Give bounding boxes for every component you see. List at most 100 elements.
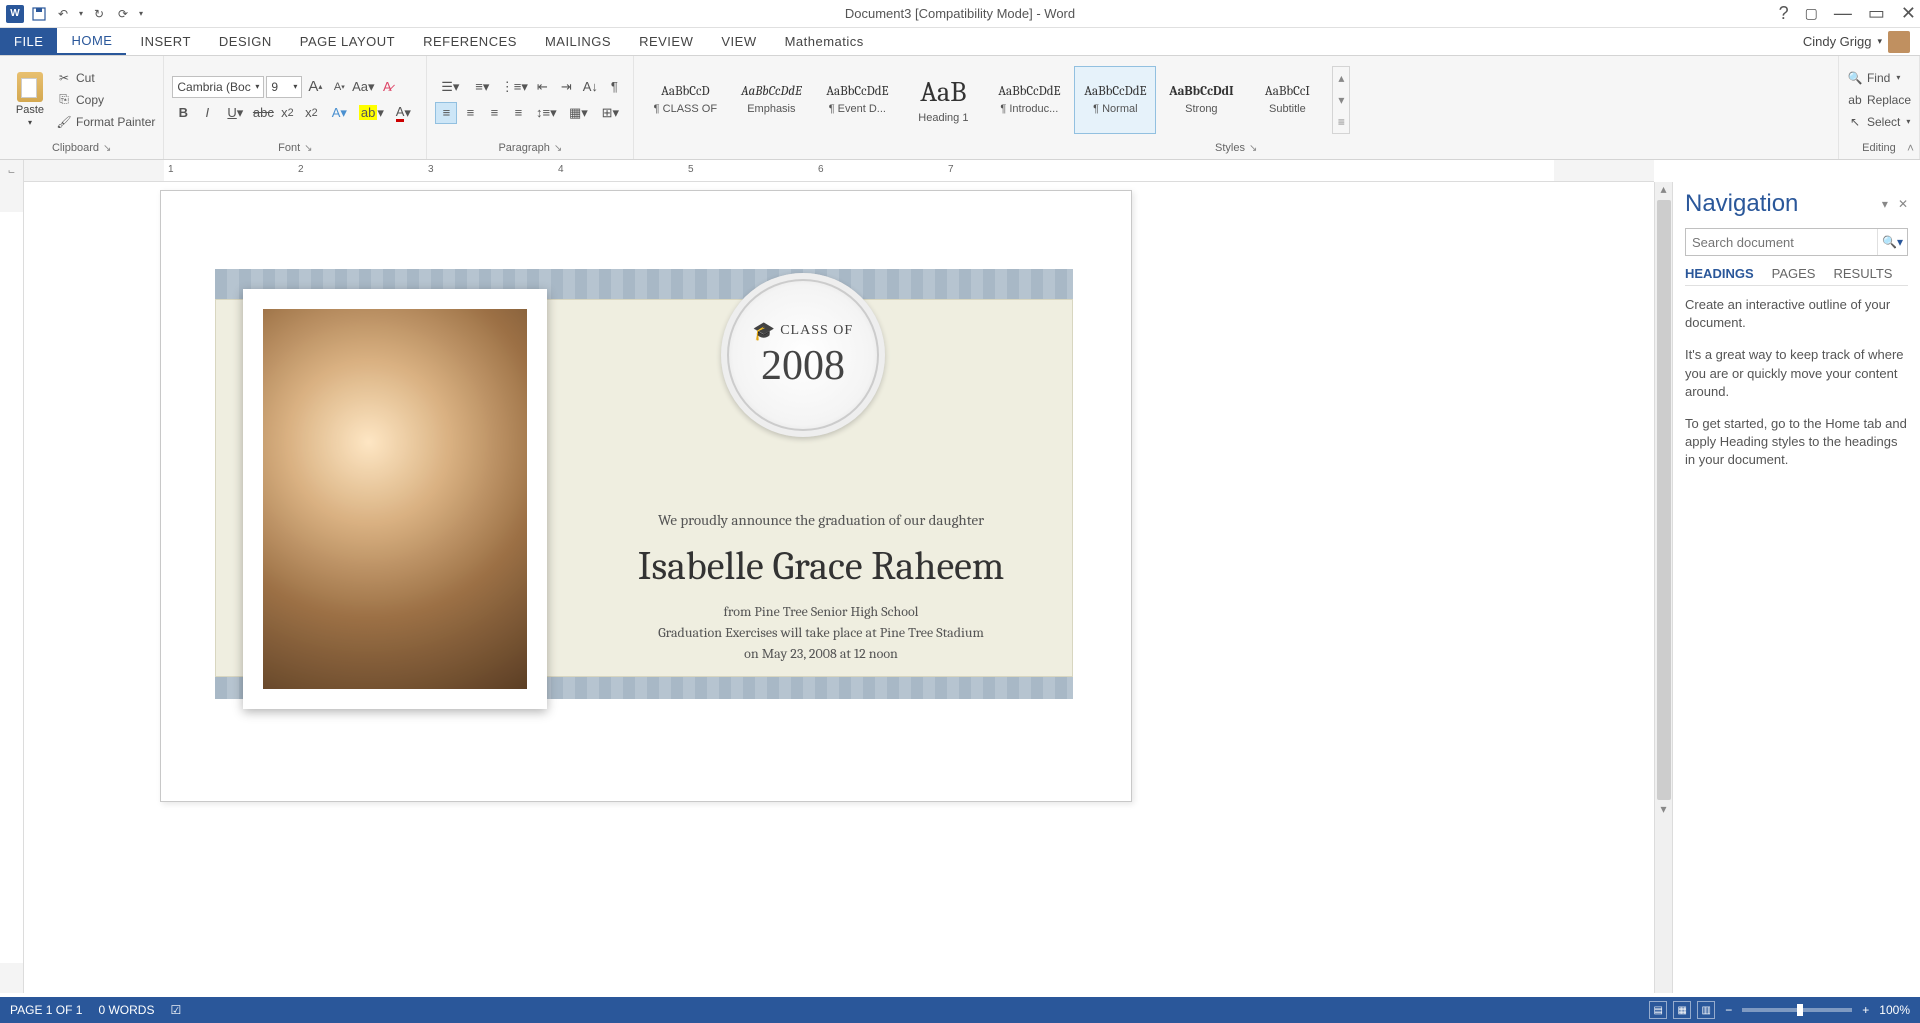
show-marks-icon[interactable]: ¶ [603, 76, 625, 98]
clear-formatting-icon[interactable]: A̷ [376, 76, 398, 98]
maximize-icon[interactable]: ▭ [1868, 3, 1885, 24]
line-spacing-icon[interactable]: ↕≡▾ [531, 102, 561, 124]
tab-references[interactable]: REFERENCES [409, 28, 531, 55]
collapse-ribbon-icon[interactable]: ˄ [1907, 141, 1914, 155]
horizontal-ruler[interactable]: 1234567 [24, 160, 1654, 182]
style-tile[interactable]: AaBbCcDdE¶ Introduc... [988, 66, 1070, 134]
zoom-out-icon[interactable]: − [1725, 1003, 1732, 1017]
dialog-launcher-icon[interactable]: ↘ [304, 143, 312, 154]
dialog-launcher-icon[interactable]: ↘ [554, 143, 562, 154]
tab-page-layout[interactable]: PAGE LAYOUT [286, 28, 409, 55]
bullets-icon[interactable]: ☰▾ [435, 76, 465, 98]
nav-close-icon[interactable]: ✕ [1898, 197, 1908, 211]
undo-dropdown-icon[interactable]: ▾ [76, 3, 86, 25]
read-mode-icon[interactable]: ▤ [1649, 1001, 1667, 1019]
styles-more-icon[interactable]: ▴▾≡ [1332, 66, 1350, 134]
font-size-combo[interactable]: 9▾ [266, 76, 302, 98]
zoom-slider[interactable] [1742, 1008, 1852, 1012]
scroll-up-icon[interactable]: ▴ [1655, 182, 1672, 198]
bold-icon[interactable]: B [172, 102, 194, 124]
scroll-thumb[interactable] [1657, 200, 1671, 800]
user-area[interactable]: Cindy Grigg ▾ [1803, 28, 1920, 55]
zoom-level[interactable]: 100% [1879, 1003, 1910, 1017]
subscript-icon[interactable]: x2 [276, 102, 298, 124]
vertical-ruler[interactable] [0, 182, 24, 993]
font-name-combo[interactable]: Cambria (Boc▾ [172, 76, 264, 98]
tab-design[interactable]: DESIGN [205, 28, 286, 55]
style-tile[interactable]: AaBbCcD¶ CLASS OF [644, 66, 726, 134]
word-app-icon[interactable]: W [4, 3, 26, 25]
word-count[interactable]: 0 WORDS [98, 1003, 154, 1017]
decrease-indent-icon[interactable]: ⇤ [531, 76, 553, 98]
copy-button[interactable]: ⎘Copy [56, 90, 155, 110]
paste-button[interactable]: Paste ▾ [8, 66, 52, 134]
scroll-down-icon[interactable]: ▾ [1655, 802, 1672, 818]
align-left-icon[interactable]: ≡ [435, 102, 457, 124]
multilevel-icon[interactable]: ⋮≡▾ [499, 76, 529, 98]
style-tile[interactable]: AaBbCcDdE¶ Event D... [816, 66, 898, 134]
style-tile[interactable]: AaBbCcDdE¶ Normal [1074, 66, 1156, 134]
superscript-icon[interactable]: x2 [300, 102, 322, 124]
nav-options-icon[interactable]: ▾ [1882, 197, 1888, 211]
undo-icon[interactable]: ↶ [52, 3, 74, 25]
tab-mathematics[interactable]: Mathematics [771, 28, 878, 55]
dialog-launcher-icon[interactable]: ↘ [103, 143, 111, 154]
style-tile[interactable]: AaBbCcISubtitle [1246, 66, 1328, 134]
nav-tab-headings[interactable]: HEADINGS [1685, 266, 1754, 281]
italic-icon[interactable]: I [196, 102, 218, 124]
nav-tab-results[interactable]: RESULTS [1833, 266, 1892, 281]
style-tile[interactable]: AaBbCcDdEEmphasis [730, 66, 812, 134]
save-icon[interactable] [28, 3, 50, 25]
class-medallion[interactable]: 🎓CLASS OF 2008 [721, 273, 885, 437]
underline-icon[interactable]: U▾ [220, 102, 250, 124]
find-button[interactable]: 🔍Find▾ [1847, 68, 1911, 88]
minimize-icon[interactable]: — [1834, 3, 1852, 24]
align-right-icon[interactable]: ≡ [483, 102, 505, 124]
sort-icon[interactable]: A↓ [579, 76, 601, 98]
shrink-font-icon[interactable]: A▾ [328, 76, 350, 98]
cut-button[interactable]: ✂Cut [56, 68, 155, 88]
style-tile[interactable]: AaBbCcDdIStrong [1160, 66, 1242, 134]
change-case-icon[interactable]: Aa▾ [352, 76, 374, 98]
zoom-in-icon[interactable]: + [1862, 1003, 1869, 1017]
shading-icon[interactable]: ▦▾ [563, 102, 593, 124]
qat-customize-icon[interactable]: ▾ [136, 3, 146, 25]
select-button[interactable]: ↖Select▾ [1847, 112, 1911, 132]
tab-insert[interactable]: INSERT [126, 28, 204, 55]
strikethrough-icon[interactable]: abc [252, 102, 274, 124]
font-color-icon[interactable]: A▾ [388, 102, 418, 124]
search-input[interactable] [1686, 229, 1877, 255]
print-layout-icon[interactable]: ▦ [1673, 1001, 1691, 1019]
announcement-text[interactable]: We proudly announce the graduation of ou… [591, 511, 1051, 664]
tab-view[interactable]: VIEW [707, 28, 770, 55]
tab-mailings[interactable]: MAILINGS [531, 28, 625, 55]
align-center-icon[interactable]: ≡ [459, 102, 481, 124]
page[interactable]: 🎓CLASS OF 2008 We proudly announce the g… [160, 190, 1132, 802]
grow-font-icon[interactable]: A▴ [304, 76, 326, 98]
redo-icon[interactable]: ↻ [88, 3, 110, 25]
dialog-launcher-icon[interactable]: ↘ [1249, 143, 1257, 154]
close-icon[interactable]: ✕ [1901, 3, 1916, 24]
repeat-icon[interactable]: ⟳ [112, 3, 134, 25]
document-area[interactable]: 🎓CLASS OF 2008 We proudly announce the g… [24, 182, 1654, 993]
page-indicator[interactable]: PAGE 1 OF 1 [10, 1003, 82, 1017]
vertical-scrollbar[interactable]: ▴ ▾ [1654, 182, 1672, 993]
nav-tab-pages[interactable]: PAGES [1772, 266, 1816, 281]
tab-file[interactable]: FILE [0, 28, 57, 55]
help-icon[interactable]: ? [1779, 3, 1789, 24]
tab-review[interactable]: REVIEW [625, 28, 707, 55]
format-painter-button[interactable]: 🖌Format Painter [56, 112, 155, 132]
justify-icon[interactable]: ≡ [507, 102, 529, 124]
highlight-icon[interactable]: ab▾ [356, 102, 386, 124]
replace-button[interactable]: abReplace [1847, 90, 1911, 110]
style-tile[interactable]: AaBHeading 1 [902, 66, 984, 134]
numbering-icon[interactable]: ≡▾ [467, 76, 497, 98]
ribbon-options-icon[interactable]: ▢ [1805, 5, 1818, 22]
borders-icon[interactable]: ⊞▾ [595, 102, 625, 124]
proofing-icon[interactable]: ☑ [170, 1003, 181, 1017]
photo-frame[interactable] [243, 289, 547, 709]
increase-indent-icon[interactable]: ⇥ [555, 76, 577, 98]
tab-home[interactable]: HOME [57, 28, 126, 55]
text-effects-icon[interactable]: A▾ [324, 102, 354, 124]
nav-search[interactable]: 🔍▾ [1685, 228, 1908, 256]
